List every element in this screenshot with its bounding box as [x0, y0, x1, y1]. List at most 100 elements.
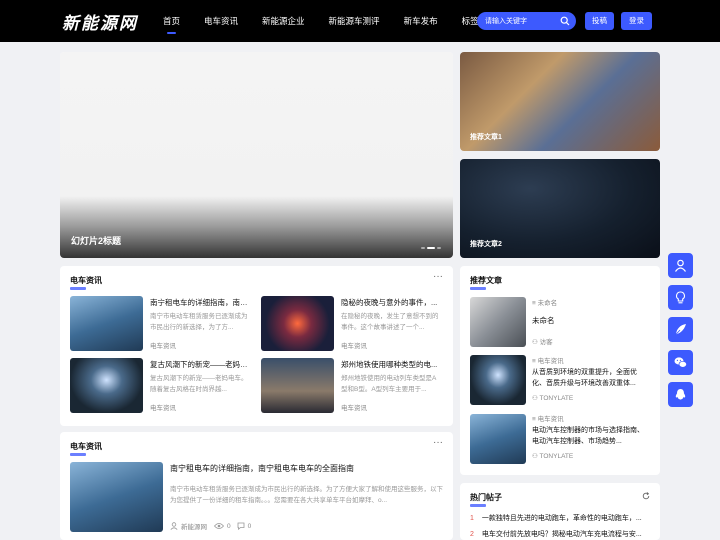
section-underline: [70, 453, 86, 456]
article-desc: 南宁市电动车租赁服务已逐渐成为市民出行的新选择，为了方...: [150, 313, 248, 331]
article-title[interactable]: 南宁租电车的详细指南，南宁...: [150, 297, 250, 308]
article-author[interactable]: ⚇ 访客: [532, 336, 553, 346]
hot-posts: 热门帖子 1 一款独特且先进的电动跑车，革命性的电动跑车，... 2 电车交付前先放…: [460, 483, 660, 540]
hot-rank: 2: [470, 531, 474, 538]
user-icon: ⚇: [532, 395, 540, 402]
user-icon: [675, 259, 686, 272]
search-icon[interactable]: [560, 16, 570, 26]
hero-slider[interactable]: 幻灯片2标题: [60, 52, 453, 258]
section-title: 推荐文章: [470, 276, 502, 285]
nav-home[interactable]: 首页: [163, 0, 180, 42]
article-thumbnail[interactable]: [70, 296, 143, 351]
article-category[interactable]: ≡ 电车资讯: [532, 413, 564, 423]
section-underline: [470, 504, 486, 507]
user-icon: [170, 522, 178, 530]
article-thumbnail[interactable]: [470, 355, 526, 405]
article-title[interactable]: 复古风潮下的新宠——老妈电...: [150, 359, 250, 370]
slider-dots: [421, 247, 441, 249]
article-thumbnail[interactable]: [261, 358, 334, 413]
article-category[interactable]: ≡ 未命名: [532, 297, 557, 307]
recommend-card-2[interactable]: 推荐文章2: [460, 159, 660, 258]
article-title[interactable]: 南宁租电车的详细指南，南宁租电车电车的全面指南: [170, 463, 440, 474]
news-section-grid: 电车资讯 ··· 南宁租电车的详细指南，南宁... 南宁市电动车租赁服务已逐渐成…: [60, 266, 453, 426]
write-post-button[interactable]: [668, 317, 693, 342]
wechat-icon: [674, 357, 687, 368]
eye-icon: [214, 523, 224, 529]
category-label: 电车资讯: [537, 416, 564, 423]
article-desc: 复古风潮下的新宠——老妈电车。随着复古风格在时尚界越...: [150, 375, 248, 393]
author-label: 访客: [539, 339, 553, 346]
hot-post-item[interactable]: 2 电车交付前先放电吗？揭秘电动汽车充电流程与安...: [470, 529, 642, 539]
article-desc: 郑州地铁使用的电动列车类型是A型和B型。A型列车主要用于...: [341, 375, 437, 393]
nav-reviews[interactable]: 新能源车测评: [329, 0, 380, 42]
section-title: 电车资讯: [70, 442, 102, 451]
slide-image: [60, 52, 453, 258]
view-count: 0: [227, 522, 231, 530]
search-input[interactable]: 请输入关键字: [485, 16, 527, 26]
section-underline: [70, 287, 86, 290]
article-title[interactable]: 隐秘的夜晚与意外的事件，...: [341, 297, 441, 308]
search-box[interactable]: 请输入关键字: [477, 12, 576, 30]
article-meta: 新能源网 0 0: [170, 521, 251, 531]
recommend-card-caption[interactable]: 推荐文章1: [470, 132, 502, 142]
more-icon[interactable]: ···: [433, 437, 443, 448]
article-thumbnail[interactable]: [70, 462, 163, 532]
qq-icon: [675, 389, 686, 400]
article-thumbnail[interactable]: [470, 414, 526, 464]
user-icon: ⚇: [532, 339, 540, 346]
submit-button[interactable]: 投稿: [585, 12, 614, 30]
comment-count: 0: [247, 522, 252, 530]
article-category[interactable]: 电车资讯: [341, 402, 367, 412]
comment-icon: [237, 522, 245, 530]
user-icon: ⚇: [532, 453, 540, 460]
hot-post-title[interactable]: 一款独特且先进的电动跑车，革命性的电动跑车，...: [482, 515, 642, 522]
hot-rank: 1: [470, 515, 474, 522]
article-title[interactable]: 郑州地铁使用哪种类型的电...: [341, 359, 441, 370]
refresh-icon[interactable]: [642, 492, 650, 500]
recommend-list: 推荐文章 ≡ 未命名 未命名 ⚇ 访客 ≡ 电车资讯 从音质到环境的双重提升，全…: [460, 266, 660, 475]
recommend-card-caption[interactable]: 推荐文章2: [470, 239, 502, 249]
news-section-list: 电车资讯 ··· 南宁租电车的详细指南，南宁租电车电车的全面指南 南宁市电动车租…: [60, 432, 453, 540]
article-desc: 南宁市电动车租赁服务已逐渐成为市民出行的新选择。为了方便大家了解和使用这些服务，…: [170, 486, 443, 504]
article-thumbnail[interactable]: [70, 358, 143, 413]
article-title[interactable]: 未命名: [532, 315, 652, 326]
section-title: 热门帖子: [470, 493, 502, 502]
section-title: 电车资讯: [70, 276, 102, 285]
article-category[interactable]: ≡ 电车资讯: [532, 355, 564, 365]
top-header: 新能源网 首页 电车资讯 新能源企业 新能源车测评 新车发布 标签 请输入关键字…: [0, 0, 720, 42]
slider-dot-active[interactable]: [427, 247, 435, 249]
article-title[interactable]: 从音质到环境的双重提升，全面优化、音质升级与环境改善双重体...: [532, 367, 650, 389]
hot-post-item[interactable]: 1 一款独特且先进的电动跑车，革命性的电动跑车，...: [470, 513, 642, 523]
hot-post-title[interactable]: 电车交付前先放电吗？揭秘电动汽车充电流程与安...: [482, 531, 642, 538]
article-author[interactable]: ⚇ TONYLATE: [532, 452, 573, 460]
article-category[interactable]: 电车资讯: [150, 340, 176, 350]
site-logo[interactable]: 新能源网: [62, 9, 138, 34]
article-author[interactable]: ⚇ TONYLATE: [532, 394, 573, 402]
article-author[interactable]: 新能源网: [181, 521, 207, 531]
nav-ev-news[interactable]: 电车资讯: [204, 0, 238, 42]
article-thumbnail[interactable]: [261, 296, 334, 351]
article-desc: 在隐秘的夜晚，发生了意想不到的事件。这个故事讲述了一个...: [341, 313, 439, 331]
category-label: 电车资讯: [537, 358, 564, 365]
nav-companies[interactable]: 新能源企业: [262, 0, 305, 42]
slider-dot[interactable]: [437, 247, 441, 249]
section-underline: [470, 287, 486, 290]
article-thumbnail[interactable]: [470, 297, 526, 347]
slider-dot[interactable]: [421, 247, 425, 249]
category-label: 未命名: [537, 300, 558, 307]
nav-new-cars[interactable]: 新车发布: [404, 0, 438, 42]
article-title[interactable]: 电动汽车控制器的市场与选择指南、电动汽车控制器、市场趋势...: [532, 425, 650, 447]
theme-toggle-button[interactable]: [668, 285, 693, 310]
article-category[interactable]: 电车资讯: [150, 402, 176, 412]
article-category[interactable]: 电车资讯: [341, 340, 367, 350]
author-label: TONYLATE: [539, 453, 574, 460]
login-button[interactable]: 登录: [621, 12, 652, 30]
user-center-button[interactable]: [668, 253, 693, 278]
recommend-card-1[interactable]: 推荐文章1: [460, 52, 660, 151]
slide-caption[interactable]: 幻灯片2标题: [71, 234, 121, 247]
feather-icon: [674, 324, 686, 336]
qq-button[interactable]: [668, 382, 693, 407]
more-icon[interactable]: ···: [433, 271, 443, 282]
wechat-button[interactable]: [668, 350, 693, 375]
bulb-icon: [676, 291, 685, 304]
